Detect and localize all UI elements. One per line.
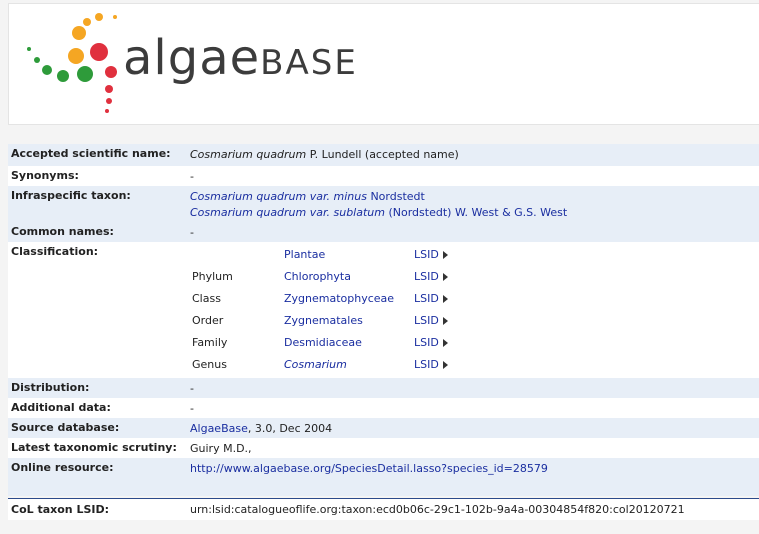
value-synonyms: - [190,170,194,183]
row-online-resource: Online resource: http://www.algaebase.or… [8,458,759,496]
label-col-taxon-lsid: CoL taxon LSID: [11,503,110,516]
classification-rank: Order [192,314,224,327]
classification-link-zygnematophyceae[interactable]: Zygnematophyceae [284,291,414,307]
lsid-label: LSID [414,292,439,305]
lsid-link-chlorophyta[interactable]: LSID [414,269,448,285]
classification-line-kingdom: Plantae LSID [190,244,759,266]
infraspecific-link-minus[interactable]: Cosmarium quadrum var. minus [190,190,367,203]
arrow-right-icon [442,317,448,325]
row-accepted-name: Accepted scientific name: Cosmarium quad… [8,144,759,166]
lsid-label: LSID [414,248,439,261]
logo-text-algae: algae [123,30,261,86]
arrow-right-icon [442,251,448,259]
classification-link-cosmarium[interactable]: Cosmarium [284,357,414,373]
row-classification: Classification: Plantae LSID Phylum Chlo… [8,242,759,378]
row-additional-data: Additional data: - [8,398,759,418]
lsid-label: LSID [414,358,439,371]
arrow-right-icon [442,295,448,303]
logo-wordmark[interactable]: algaeBASE [123,34,358,82]
site-header: algaeBASE [8,3,759,125]
value-common-names: - [190,226,194,239]
online-resource-link[interactable]: http://www.algaebase.org/SpeciesDetail.l… [190,462,548,475]
lsid-link-plantae[interactable]: LSID [414,247,448,263]
row-synonyms: Synonyms: - [8,166,759,186]
value-infraspecific: Cosmarium quadrum var. minus Nordstedt C… [188,186,759,222]
classification-line-family: Family Desmidiaceae LSID [190,332,759,354]
classification-rank: Phylum [192,270,233,283]
infraspecific-link-sublatum[interactable]: Cosmarium quadrum var. sublatum [190,206,385,219]
lsid-label: LSID [414,336,439,349]
label-distribution: Distribution: [11,381,90,394]
accepted-name-italic: Cosmarium quadrum [190,148,307,161]
arrow-right-icon [442,339,448,347]
classification-line-genus: Genus Cosmarium LSID [190,354,759,376]
label-classification: Classification: [11,245,99,258]
lsid-link-zygnematophyceae[interactable]: LSID [414,291,448,307]
value-classification: Plantae LSID Phylum Chlorophyta LSID Cla… [188,242,759,378]
arrow-right-icon [442,361,448,369]
source-database-link[interactable]: AlgaeBase [190,422,248,435]
label-source-database: Source database: [11,421,120,434]
classification-link-zygnematales[interactable]: Zygnematales [284,313,414,329]
row-distribution: Distribution: - [8,378,759,398]
classification-link-desmidiaceae[interactable]: Desmidiaceae [284,335,414,351]
lsid-link-cosmarium[interactable]: LSID [414,357,448,373]
value-online-resource: http://www.algaebase.org/SpeciesDetail.l… [188,458,759,496]
row-col-taxon-lsid: CoL taxon LSID: urn:lsid:catalogueoflife… [8,498,759,520]
classification-line-order: Order Zygnematales LSID [190,310,759,332]
infraspecific-author-minus[interactable]: Nordstedt [367,190,424,203]
value-col-taxon-lsid: urn:lsid:catalogueoflife.org:taxon:ecd0b… [190,503,685,516]
logo-text-base: BASE [260,43,358,83]
lsid-link-desmidiaceae[interactable]: LSID [414,335,448,351]
algaebase-logo-icon[interactable] [19,12,129,120]
row-infraspecific: Infraspecific taxon: Cosmarium quadrum v… [8,186,759,222]
lsid-label: LSID [414,314,439,327]
classification-rank: Class [192,292,221,305]
value-taxonomic-scrutiny: Guiry M.D., [190,442,252,455]
source-database-version: , 3.0, Dec 2004 [247,422,333,435]
label-infraspecific: Infraspecific taxon: [11,189,131,202]
classification-rank: Family [192,336,228,349]
lsid-link-zygnematales[interactable]: LSID [414,313,448,329]
value-source-database: AlgaeBase, 3.0, Dec 2004 [188,418,759,438]
arrow-right-icon [442,273,448,281]
row-taxonomic-scrutiny: Latest taxonomic scrutiny: Guiry M.D., [8,438,759,458]
label-common-names: Common names: [11,225,114,238]
label-taxonomic-scrutiny: Latest taxonomic scrutiny: [11,441,177,454]
row-common-names: Common names: - [8,222,759,242]
classification-link-plantae[interactable]: Plantae [284,247,414,263]
accepted-name-author: P. Lundell (accepted name) [306,148,459,161]
label-accepted-name: Accepted scientific name: [11,147,171,160]
lsid-label: LSID [414,270,439,283]
classification-link-chlorophyta[interactable]: Chlorophyta [284,269,414,285]
row-source-database: Source database: AlgaeBase, 3.0, Dec 200… [8,418,759,438]
classification-line-phylum: Phylum Chlorophyta LSID [190,266,759,288]
value-additional-data: - [190,402,194,415]
label-synonyms: Synonyms: [11,169,79,182]
value-distribution: - [190,382,194,395]
label-additional-data: Additional data: [11,401,111,414]
value-accepted-name: Cosmarium quadrum P. Lundell (accepted n… [188,144,759,166]
species-detail-table: Accepted scientific name: Cosmarium quad… [8,144,759,496]
infraspecific-item[interactable]: Cosmarium quadrum var. minus Nordstedt [190,189,759,205]
classification-line-class: Class Zygnematophyceae LSID [190,288,759,310]
classification-rank: Genus [192,358,227,371]
infraspecific-item[interactable]: Cosmarium quadrum var. sublatum (Nordste… [190,205,759,221]
infraspecific-author-sublatum[interactable]: (Nordstedt) W. West & G.S. West [385,206,567,219]
label-online-resource: Online resource: [11,461,114,474]
